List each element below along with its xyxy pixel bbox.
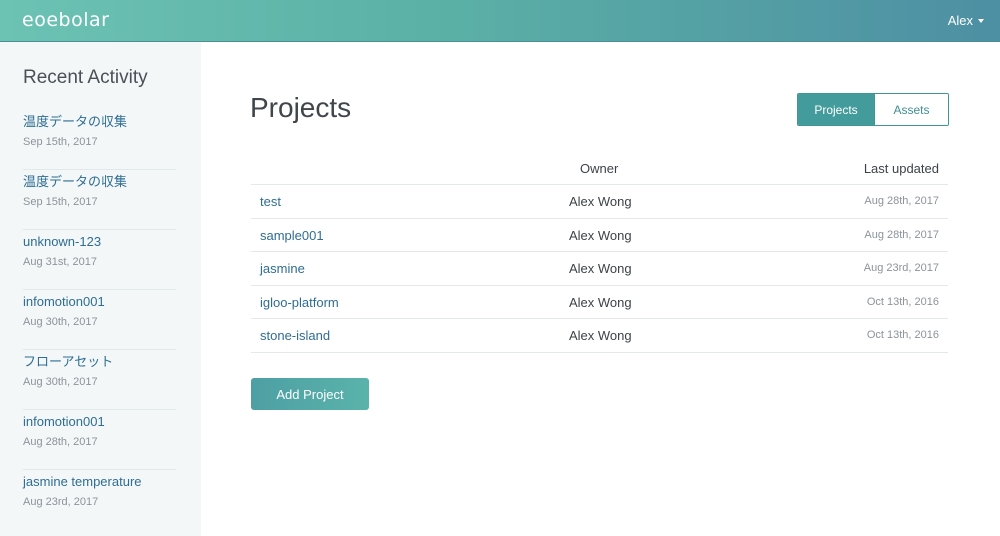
project-updated: Oct 13th, 2016 [866,329,939,342]
activity-item[interactable]: infomotion001 Aug 28th, 2017 [23,410,176,470]
project-name-link[interactable]: test [260,194,281,209]
activity-date: Aug 31st, 2017 [23,256,98,268]
table-row: igloo-platform Alex Wong Oct 13th, 2016 [251,286,948,320]
table-row: sample001 Alex Wong Aug 28th, 2017 [251,219,948,253]
project-name-link[interactable]: jasmine [260,261,305,276]
activity-date: Aug 30th, 2017 [23,376,98,388]
app-logo[interactable]: eoebolar [22,9,109,31]
activity-date: Aug 30th, 2017 [23,316,98,328]
activity-item[interactable]: jasmine temperature Aug 23rd, 2017 [23,470,176,530]
activity-item[interactable]: フローアセット Aug 30th, 2017 [23,350,176,410]
assets-toggle-button[interactable]: Assets [874,94,948,125]
activity-name[interactable]: 温度データの収集 [23,113,176,131]
table-header: Owner Last updated [251,152,948,185]
project-updated: Oct 13th, 2016 [866,295,939,308]
project-updated: Aug 28th, 2017 [864,228,939,241]
project-name-link[interactable]: sample001 [260,228,324,243]
activity-name[interactable]: infomotion001 [23,413,176,431]
activity-item[interactable]: unknown-123 Aug 31st, 2017 [23,230,176,290]
activity-name[interactable]: フローアセット [23,353,176,371]
project-owner: Alex Wong [569,294,632,310]
projects-table: Owner Last updated test Alex Wong Aug 28… [251,152,948,353]
page-title: Projects [250,92,352,123]
activity-item[interactable]: 温度データの収集 Sep 15th, 2017 [23,110,176,170]
user-name: Alex [947,13,973,28]
table-row: test Alex Wong Aug 28th, 2017 [251,185,948,219]
activity-date: Aug 23rd, 2017 [23,496,99,508]
add-project-button[interactable]: Add Project [251,378,369,410]
project-owner: Alex Wong [569,328,632,344]
activity-name[interactable]: infomotion001 [23,293,176,311]
activity-item[interactable]: infomotion001 Aug 30th, 2017 [23,290,176,350]
activity-date: Sep 15th, 2017 [23,196,98,208]
recent-activity-list: 温度データの収集 Sep 15th, 2017 温度データの収集 Sep 15t… [23,110,176,530]
table-row: jasmine Alex Wong Aug 23rd, 2017 [251,252,948,286]
project-name-link[interactable]: igloo-platform [260,295,339,310]
owner-column-header[interactable]: Owner [580,161,618,176]
caret-down-icon [978,19,984,23]
project-updated: Aug 23rd, 2017 [863,262,939,275]
table-row: stone-island Alex Wong Oct 13th, 2016 [251,319,948,353]
sidebar-title: Recent Activity [23,67,148,88]
activity-date: Sep 15th, 2017 [23,136,98,148]
project-owner: Alex Wong [569,261,632,277]
sidebar: Recent Activity 温度データの収集 Sep 15th, 2017 … [0,42,201,536]
top-navbar: eoebolar Alex [0,0,1000,42]
projects-toggle-button[interactable]: Projects [798,94,874,125]
project-updated: Aug 28th, 2017 [864,195,939,207]
project-owner: Alex Wong [569,227,632,243]
activity-name[interactable]: jasmine temperature [23,473,176,491]
last-updated-column-header[interactable]: Last updated [864,161,939,176]
user-menu[interactable]: Alex [948,13,984,28]
activity-date: Aug 28th, 2017 [23,436,98,448]
activity-item[interactable]: 温度データの収集 Sep 15th, 2017 [23,170,176,230]
view-toggle: Projects Assets [797,93,949,126]
project-name-link[interactable]: stone-island [260,328,330,343]
activity-name[interactable]: unknown-123 [23,233,176,251]
activity-name[interactable]: 温度データの収集 [23,173,176,191]
project-owner: Alex Wong [569,194,632,209]
